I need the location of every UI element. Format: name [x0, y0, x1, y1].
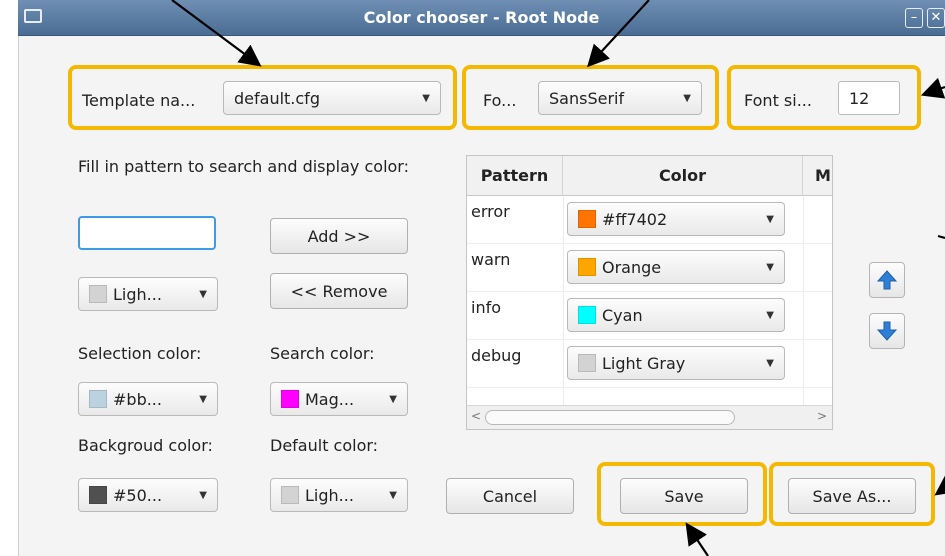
annotation-arrows: [171, 0, 945, 556]
annotation-arrow: [920, 77, 945, 99]
annotation-arrow: [937, 234, 945, 240]
annotation-arrow: [171, 0, 262, 67]
annotation-arrow: [934, 473, 945, 496]
annotation-arrow: [587, 0, 650, 68]
annotation-arrow: [685, 522, 709, 556]
